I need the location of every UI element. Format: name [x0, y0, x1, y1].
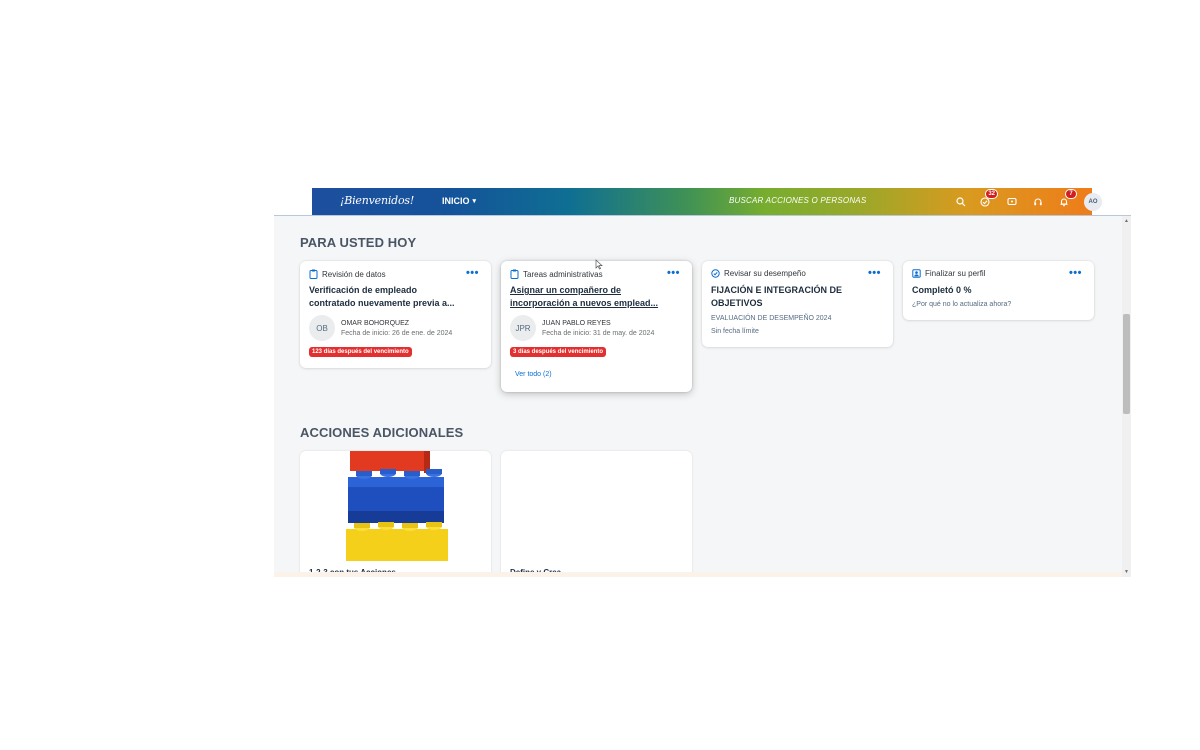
see-all-link[interactable]: Ver todo (2): [515, 371, 552, 378]
todo-card-data-review[interactable]: Revisión de datos ••• Verificación de em…: [300, 261, 491, 368]
todo-card-profile[interactable]: Finalizar su perfil ••• Completó 0 % ¿Po…: [903, 261, 1094, 320]
more-options-button[interactable]: •••: [667, 268, 680, 279]
chat-button[interactable]: [1005, 195, 1019, 209]
app-window: ¡Bienvenidos! INICIO ▾ BUSCAR ACCIONES O…: [274, 188, 1131, 577]
top-bar-divider: [274, 215, 1131, 216]
logo[interactable]: ¡Bienvenidos!: [340, 194, 414, 207]
target-icon: [711, 269, 720, 278]
approvals-button[interactable]: 32: [978, 189, 998, 209]
start-date: Fecha de inicio: 31 de may. de 2024: [542, 329, 655, 337]
start-date: Fecha de inicio: 26 de ene. de 2024: [341, 329, 453, 337]
vertical-scrollbar[interactable]: ▲ ▼: [1122, 216, 1131, 577]
search-button[interactable]: [954, 195, 968, 209]
card-subtitle: EVALUACIÓN DE DESEMPEÑO 2024: [711, 315, 832, 322]
top-bar-gradient: [312, 188, 1092, 216]
scroll-up-arrow-icon[interactable]: ▲: [1124, 218, 1129, 224]
bottom-edge: [274, 572, 1122, 577]
deadline-text: Sin fecha límite: [711, 328, 759, 335]
overdue-badge: 123 días después del vencimiento: [309, 347, 412, 357]
clipboard-icon: [510, 269, 519, 279]
mouse-cursor-icon: [595, 259, 603, 270]
section-title-today: PARA USTED HOY: [300, 235, 417, 250]
card-title-line: incorporación a nuevos emplead...: [510, 298, 659, 308]
person-info: JPR JUAN PABLO REYES Fecha de inicio: 31…: [510, 315, 654, 341]
avatar: JPR: [510, 315, 536, 341]
todo-card-admin-tasks[interactable]: Tareas administrativas ••• Asignar un co…: [501, 261, 692, 392]
support-button[interactable]: [1031, 195, 1045, 209]
scroll-down-arrow-icon[interactable]: ▼: [1124, 569, 1129, 575]
avatar: OB: [309, 315, 335, 341]
card-title-line: Verificación de empleado: [309, 285, 418, 295]
chat-icon: [1007, 197, 1017, 206]
notifications-button[interactable]: 7: [1057, 189, 1077, 209]
user-avatar[interactable]: AO: [1084, 193, 1102, 211]
search-input[interactable]: BUSCAR ACCIONES O PERSONAS: [729, 196, 866, 205]
card-title-line: contratado nuevamente previa a...: [309, 298, 455, 308]
headset-icon: [1034, 198, 1042, 206]
scrollbar-thumb[interactable]: [1123, 314, 1130, 414]
search-icon: [956, 197, 966, 207]
card-title[interactable]: Verificación de empleado contratado nuev…: [309, 284, 481, 310]
person-name: JUAN PABLO REYES: [542, 319, 611, 327]
action-card-123[interactable]: 1-2-3 con tus Acciones: [300, 451, 491, 577]
card-title-link[interactable]: Asignar un compañero de incorporación a …: [510, 284, 682, 310]
person-name: OMAR BOHORQUEZ: [341, 319, 410, 327]
lego-bricks-image: [346, 451, 448, 561]
card-header: Tareas administrativas: [510, 269, 603, 279]
more-options-button[interactable]: •••: [868, 268, 881, 279]
chevron-down-icon: ▾: [472, 198, 477, 205]
card-category: Tareas administrativas: [523, 269, 603, 279]
notifications-badge: 7: [1065, 189, 1077, 199]
card-title-line: OBJETIVOS: [711, 298, 763, 308]
home-menu-label: INICIO: [442, 196, 470, 206]
card-subtitle: ¿Por qué no lo actualiza ahora?: [912, 301, 1012, 308]
action-card-define[interactable]: Define y Crea: [501, 451, 692, 577]
home-menu-button[interactable]: INICIO ▾: [442, 196, 476, 206]
card-header: Finalizar su perfil: [912, 269, 985, 278]
card-header: Revisión de datos: [309, 269, 386, 279]
card-title[interactable]: FIJACIÓN E INTEGRACIÓN DE OBJETIVOS: [711, 284, 883, 310]
card-title-line: FIJACIÓN E INTEGRACIÓN DE: [711, 285, 843, 295]
overdue-badge: 3 días después del vencimiento: [510, 347, 607, 357]
card-category: Finalizar su perfil: [925, 269, 986, 278]
card-category: Revisión de datos: [322, 269, 386, 279]
card-title[interactable]: Completó 0 %: [912, 284, 1084, 297]
card-header: Revisar su desempeño: [711, 269, 806, 278]
todo-card-performance[interactable]: Revisar su desempeño ••• FIJACIÓN E INTE…: [702, 261, 893, 347]
profile-card-icon: [912, 269, 921, 278]
more-options-button[interactable]: •••: [1069, 268, 1082, 279]
card-title-line: Asignar un compañero de: [510, 285, 622, 295]
approvals-badge: 32: [985, 189, 998, 199]
more-options-button[interactable]: •••: [466, 268, 479, 279]
person-info: OB OMAR BOHORQUEZ Fecha de inicio: 26 de…: [309, 315, 452, 341]
card-category: Revisar su desempeño: [724, 269, 806, 278]
section-title-actions: ACCIONES ADICIONALES: [300, 425, 464, 440]
top-bar: ¡Bienvenidos! INICIO ▾ BUSCAR ACCIONES O…: [274, 188, 1131, 216]
clipboard-icon: [309, 269, 318, 279]
